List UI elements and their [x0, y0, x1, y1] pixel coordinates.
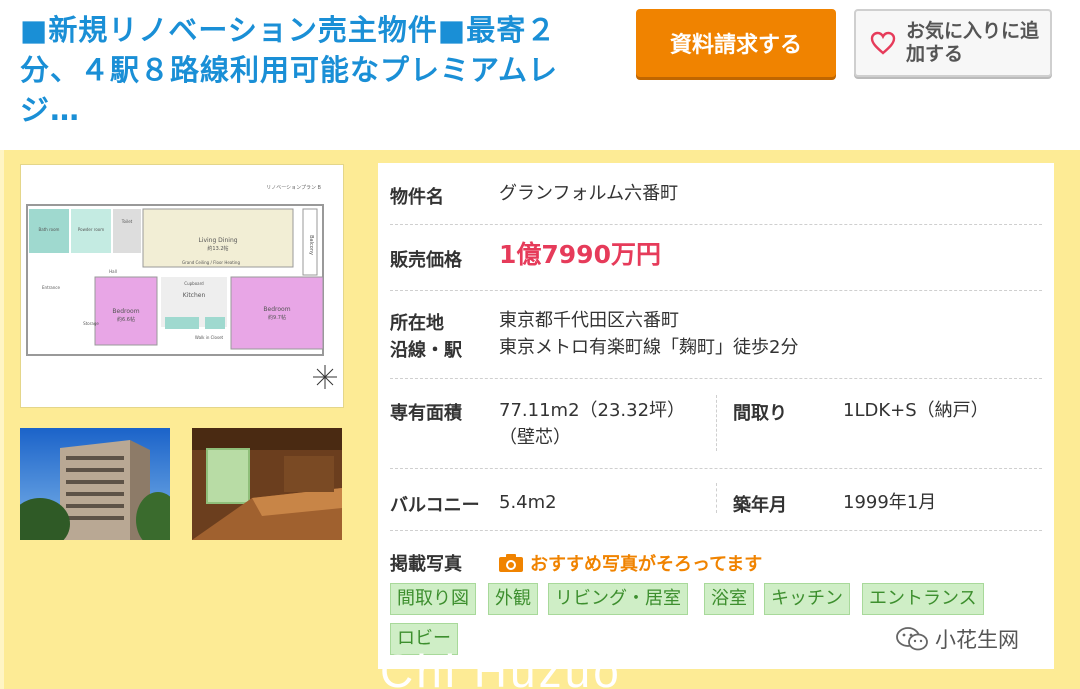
- price-label: 販売価格: [390, 250, 462, 271]
- floorplan-bedroom1-size: 約6.6帖: [117, 316, 135, 323]
- built-date-value: 1999年1月: [843, 492, 937, 513]
- property-name-label: 物件名: [390, 187, 444, 208]
- floorplan-bath-label: Bath room: [39, 227, 60, 232]
- area-label: 専有面積: [390, 403, 462, 424]
- address-value: 東京都千代田区六番町: [499, 310, 679, 331]
- favorite-label: お気に入りに追加する: [906, 20, 1040, 65]
- building-photo: [10, 428, 180, 550]
- tag-bathroom[interactable]: 浴室: [704, 583, 754, 615]
- request-info-button[interactable]: 資料請求する: [636, 9, 836, 77]
- overlay-caption: Chi Huzuo: [380, 645, 622, 689]
- listing-title[interactable]: ■新規リノベーション売主物件■最寄２分、４駅８路線利用可能なプレミアムレジ…: [20, 10, 580, 130]
- interior-photo-thumbnail[interactable]: [192, 428, 342, 540]
- watermark-text: 小花生网: [935, 628, 1019, 652]
- heart-icon: [870, 31, 896, 55]
- layout-value: 1LDK+S（納戸）: [843, 400, 989, 421]
- price-value: 1億7990万円: [499, 240, 661, 269]
- floorplan-caption: リノベーションプラン B: [266, 185, 321, 191]
- tag-floorplan[interactable]: 間取り図: [390, 583, 476, 615]
- row-area-layout: 専有面積 77.11m2（23.32坪）（壁芯） 間取り 1LDK+S（納戸）: [390, 379, 1042, 469]
- camera-icon: [499, 554, 523, 572]
- floorplan-bedroom1-label: Bedroom: [112, 308, 139, 315]
- tag-living-room[interactable]: リビング・居室: [548, 583, 688, 615]
- floorplan-toilet-label: Toilet: [121, 219, 133, 224]
- floorplan-image[interactable]: リノベーションプラン B Living Dining 約13.2帖 Grand …: [20, 164, 344, 408]
- photos-label: 掲載写真: [390, 554, 462, 575]
- compass-icon: [313, 365, 337, 389]
- floorplan-ceiling-label: Grand Ceiling / Floor Heating: [182, 260, 240, 265]
- row-price: 販売価格 1億7990万円: [390, 225, 1042, 291]
- floorplan-bedroom2-size: 約9.7帖: [268, 314, 286, 321]
- floorplan-living-label: Living Dining: [198, 237, 237, 244]
- floorplan-powder-label: Powder room: [78, 227, 104, 232]
- address-label: 所在地: [390, 313, 444, 334]
- listing-header: ■新規リノベーション売主物件■最寄２分、４駅８路線利用可能なプレミアムレジ… 資…: [0, 0, 1080, 150]
- balcony-value: 5.4m2: [499, 492, 557, 513]
- property-details-table: 物件名 グランフォルム六番町 販売価格 1億7990万円 所在地 東京都千代田区…: [378, 163, 1054, 669]
- floorplan-hall-label: Hall: [109, 269, 117, 274]
- floorplan-living-size: 約13.2帖: [207, 245, 228, 252]
- column-divider: [716, 395, 717, 451]
- floorplan-bedroom2-label: Bedroom: [263, 306, 290, 313]
- exterior-photo-thumbnail[interactable]: [10, 428, 180, 550]
- add-favorite-button[interactable]: お気に入りに追加する: [854, 9, 1052, 77]
- floorplan-storage-label: Storage: [83, 321, 99, 326]
- area-value: 77.11m2（23.32坪）（壁芯）: [499, 400, 686, 448]
- floorplan-entrance-label: Entrance: [42, 285, 60, 290]
- living-room-photo: [192, 428, 342, 540]
- built-date-label: 築年月: [733, 495, 787, 516]
- watermark: 小花生网: [895, 624, 1019, 654]
- column-divider: [716, 483, 717, 513]
- floorplan-walkin-label: Walk in Closet: [195, 335, 224, 340]
- floorplan-drawing: リノベーションプラン B Living Dining 約13.2帖 Grand …: [26, 185, 337, 389]
- wechat-icon: [896, 627, 928, 651]
- station-value: 東京メトロ有楽町線「麹町」徒歩2分: [499, 337, 799, 358]
- tag-entrance[interactable]: エントランス: [862, 583, 984, 615]
- recommended-photos-text: おすすめ写真がそろってます: [530, 554, 763, 575]
- layout-label: 間取り: [733, 403, 787, 424]
- tag-exterior[interactable]: 外観: [488, 583, 538, 615]
- tag-kitchen[interactable]: キッチン: [764, 583, 850, 615]
- floorplan-kitchen-label: Kitchen: [183, 292, 206, 299]
- floorplan-balcony-label: Balcony: [308, 235, 314, 255]
- row-location: 所在地 東京都千代田区六番町 沿線・駅 東京メトロ有楽町線「麹町」徒歩2分: [390, 291, 1042, 379]
- balcony-label: バルコニー: [390, 495, 480, 516]
- row-property-name: 物件名 グランフォルム六番町: [390, 163, 1042, 225]
- property-name-value: グランフォルム六番町: [499, 183, 679, 204]
- floorplan-cupboard-label: Cupboard: [184, 281, 204, 286]
- recommended-photos-note: おすすめ写真がそろってます: [498, 550, 762, 576]
- row-balcony-built: バルコニー 5.4m2 築年月 1999年1月: [390, 469, 1042, 531]
- station-label: 沿線・駅: [390, 340, 462, 361]
